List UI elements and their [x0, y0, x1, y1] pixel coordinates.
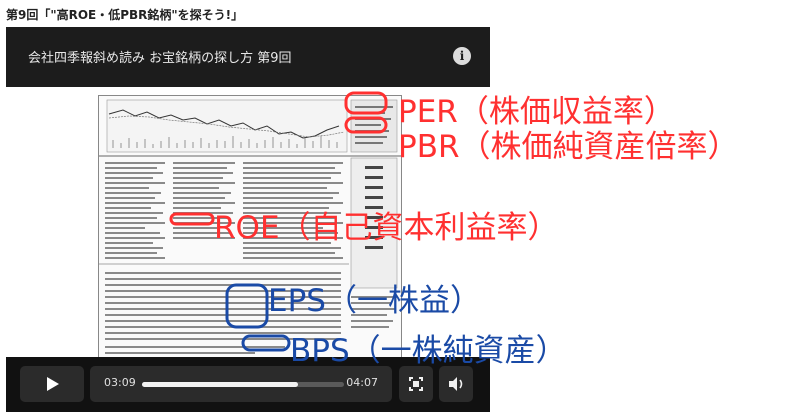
- per-marker: [344, 91, 388, 115]
- eps-annotation: EPS（一株益）: [268, 283, 481, 319]
- bps-annotation: BPS（一株純資産）: [290, 333, 567, 369]
- roe-annotation: ROE（自己資本利益率）: [214, 210, 559, 246]
- pbr-marker: [344, 116, 388, 134]
- roe-marker: [169, 212, 215, 226]
- pbr-annotation: PBR（株価純資産倍率）: [398, 129, 739, 165]
- bps-marker: [241, 334, 291, 352]
- eps-marker: [225, 283, 269, 329]
